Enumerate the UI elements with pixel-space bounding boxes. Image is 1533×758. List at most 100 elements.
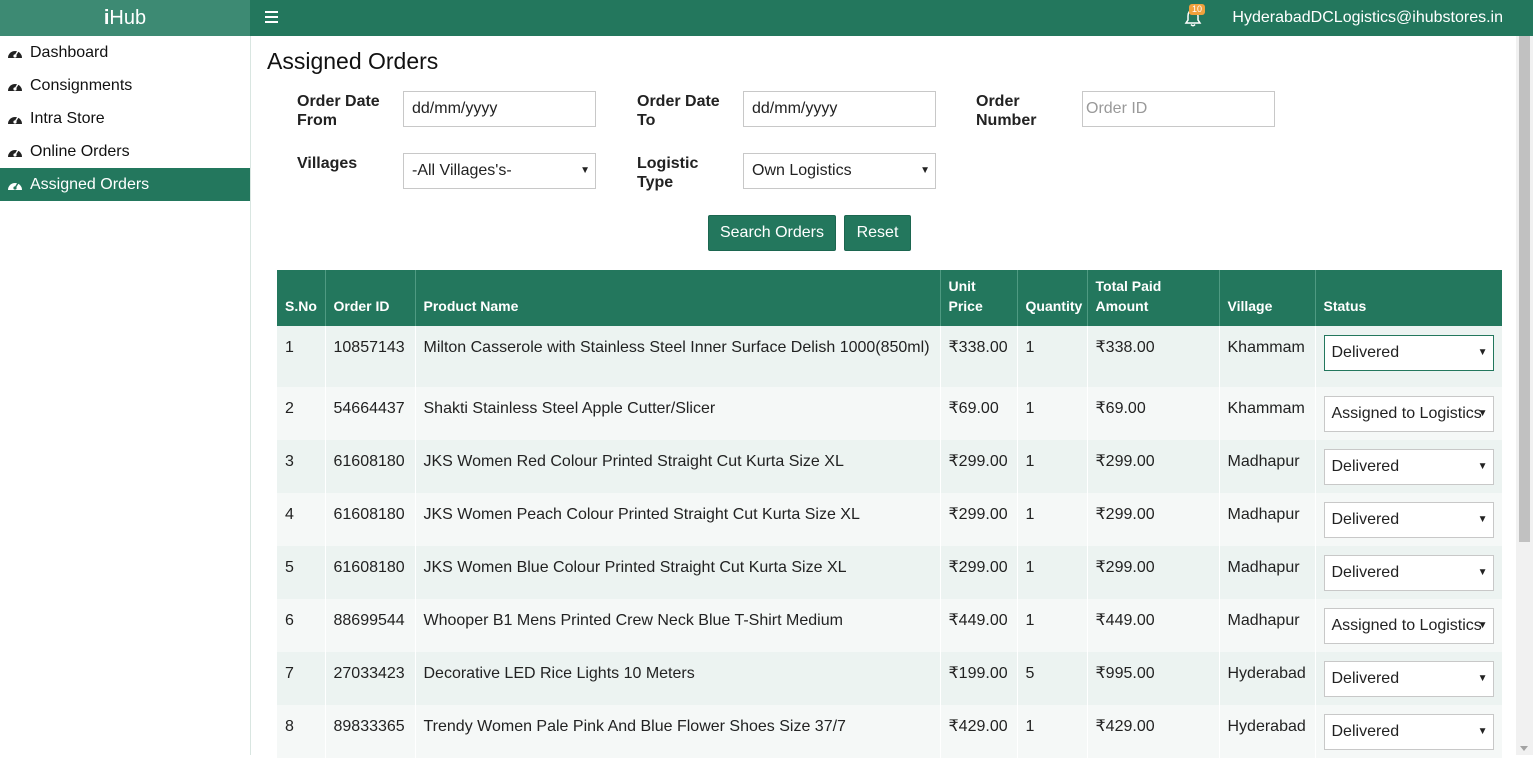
caret-down-icon: ▼ [1477,408,1488,419]
order-date-from-input[interactable] [403,91,596,127]
table-row: 1 10857143 Milton Casserole with Stainle… [277,326,1503,387]
cell-product: JKS Women Red Colour Printed Straight Cu… [415,440,941,493]
cell-village: Hyderabad [1219,652,1316,705]
logistic-type-label: Logistic Type [637,154,698,192]
cell-quantity: 1 [1017,599,1088,652]
cell-order-id: 61608180 [325,546,416,599]
table-row: 5 61608180 JKS Women Blue Colour Printed… [277,546,1503,599]
user-email[interactable]: HyderabadDCLogistics@ihubstores.in [1232,0,1503,36]
cell-quantity: 1 [1017,387,1088,440]
status-selected: Delivered [1331,344,1400,361]
col-header-quantity: Quantity [1017,270,1088,326]
reset-button[interactable]: Reset [844,215,911,251]
villages-select[interactable]: -All Villages's- ▼ [403,153,596,189]
cell-order-id: 61608180 [325,493,416,546]
cell-sno: 6 [277,599,326,652]
app-logo[interactable]: iHub [0,0,250,36]
status-select[interactable]: Delivered ▼ [1323,555,1494,591]
cell-sno: 8 [277,705,326,758]
menu-toggle-icon[interactable] [265,11,278,25]
label-line: From [297,112,337,129]
status-select[interactable]: Assigned to Logistics ▼ [1323,396,1494,432]
orders-table: S.No Order ID Product Name Unit Price Qua… [277,270,1503,758]
cell-unit-price: ₹449.00 [940,599,1018,652]
notification-badge: 10 [1189,4,1206,15]
col-header-order-id: Order ID [325,270,416,326]
table-row: 2 54664437 Shakti Stainless Steel Apple … [277,387,1503,440]
cell-village: Madhapur [1219,599,1316,652]
label-line: Logistic [637,155,699,172]
cell-total: ₹69.00 [1087,387,1220,440]
sidebar-item-intra-store[interactable]: Intra Store [0,102,250,135]
order-date-to-input[interactable] [743,91,936,127]
status-select[interactable]: Delivered ▼ [1323,335,1494,371]
sidebar-item-consignments[interactable]: Consignments [0,69,250,102]
table-row: 7 27033423 Decorative LED Rice Lights 10… [277,652,1503,705]
search-orders-button[interactable]: Search Orders [708,215,836,251]
status-selected: Delivered [1331,511,1400,528]
top-navbar: 10 HyderabadDCLogistics@ihubstores.in [250,0,1533,36]
table-row: 8 89833365 Trendy Women Pale Pink And Bl… [277,705,1503,758]
sidebar: Dashboard Consignments Intra Store Onlin… [0,36,251,755]
caret-down-icon: ▼ [920,165,930,176]
cell-village: Khammam [1219,326,1316,387]
sidebar-item-label: Online Orders [30,143,130,160]
logistic-type-select[interactable]: Own Logistics ▼ [743,153,936,189]
cell-quantity: 1 [1017,440,1088,493]
scrollbar-thumb[interactable] [1519,36,1530,542]
order-date-from-label: Order Date From [297,92,380,130]
cell-sno: 3 [277,440,326,493]
status-select[interactable]: Delivered ▼ [1323,661,1494,697]
sidebar-item-online-orders[interactable]: Online Orders [0,135,250,168]
cell-quantity: 1 [1017,493,1088,546]
status-select[interactable]: Delivered ▼ [1323,502,1494,538]
logistic-type-selected: Own Logistics [752,162,852,179]
caret-down-icon: ▼ [1477,673,1488,684]
sidebar-item-assigned-orders[interactable]: Assigned Orders [0,168,250,201]
header-line: Unit [948,278,976,294]
cell-product: Decorative LED Rice Lights 10 Meters [415,652,941,705]
order-id-input[interactable] [1082,91,1275,127]
dashboard-icon [8,50,22,58]
table-row: 6 88699544 Whooper B1 Mens Printed Crew … [277,599,1503,652]
cell-status: Delivered ▼ [1315,326,1503,387]
dashboard-icon [8,83,22,91]
header-line: Price [948,298,983,314]
status-select[interactable]: Delivered ▼ [1323,449,1494,485]
col-header-status: Status [1315,270,1502,326]
cell-product: Milton Casserole with Stainless Steel In… [415,326,941,387]
caret-down-icon: ▼ [1477,726,1488,737]
header-line: Total Paid [1095,278,1162,294]
page-title: Assigned Orders [267,48,439,74]
status-select[interactable]: Delivered ▼ [1323,714,1494,750]
cell-order-id: 88699544 [325,599,416,652]
header-line: Amount [1095,298,1149,314]
cell-unit-price: ₹338.00 [940,326,1018,387]
cell-product: Trendy Women Pale Pink And Blue Flower S… [415,705,941,758]
cell-village: Hyderabad [1219,705,1316,758]
cell-unit-price: ₹299.00 [940,493,1018,546]
table-row: 3 61608180 JKS Women Red Colour Printed … [277,440,1503,493]
page-scrollbar[interactable] [1516,36,1533,755]
cell-order-id: 89833365 [325,705,416,758]
scroll-down-arrow-icon[interactable] [1520,746,1528,751]
cell-quantity: 5 [1017,652,1088,705]
cell-status: Delivered ▼ [1315,440,1503,493]
caret-down-icon: ▼ [1477,567,1488,578]
sidebar-item-label: Assigned Orders [30,176,150,193]
order-date-to-label: Order Date To [637,92,720,130]
villages-label: Villages [297,155,358,172]
logo-text: Hub [109,7,147,29]
dashboard-icon [8,182,22,190]
cell-unit-price: ₹299.00 [940,546,1018,599]
status-selected: Delivered [1331,723,1400,740]
status-select[interactable]: Assigned to Logistics ▼ [1323,608,1494,644]
sidebar-item-dashboard[interactable]: Dashboard [0,36,250,69]
col-header-sno: S.No [277,270,326,326]
label-line: Order Date [297,93,380,110]
cell-total: ₹449.00 [1087,599,1220,652]
cell-total: ₹299.00 [1087,493,1220,546]
cell-unit-price: ₹69.00 [940,387,1018,440]
cell-unit-price: ₹429.00 [940,705,1018,758]
label-line: Order [976,93,1020,110]
